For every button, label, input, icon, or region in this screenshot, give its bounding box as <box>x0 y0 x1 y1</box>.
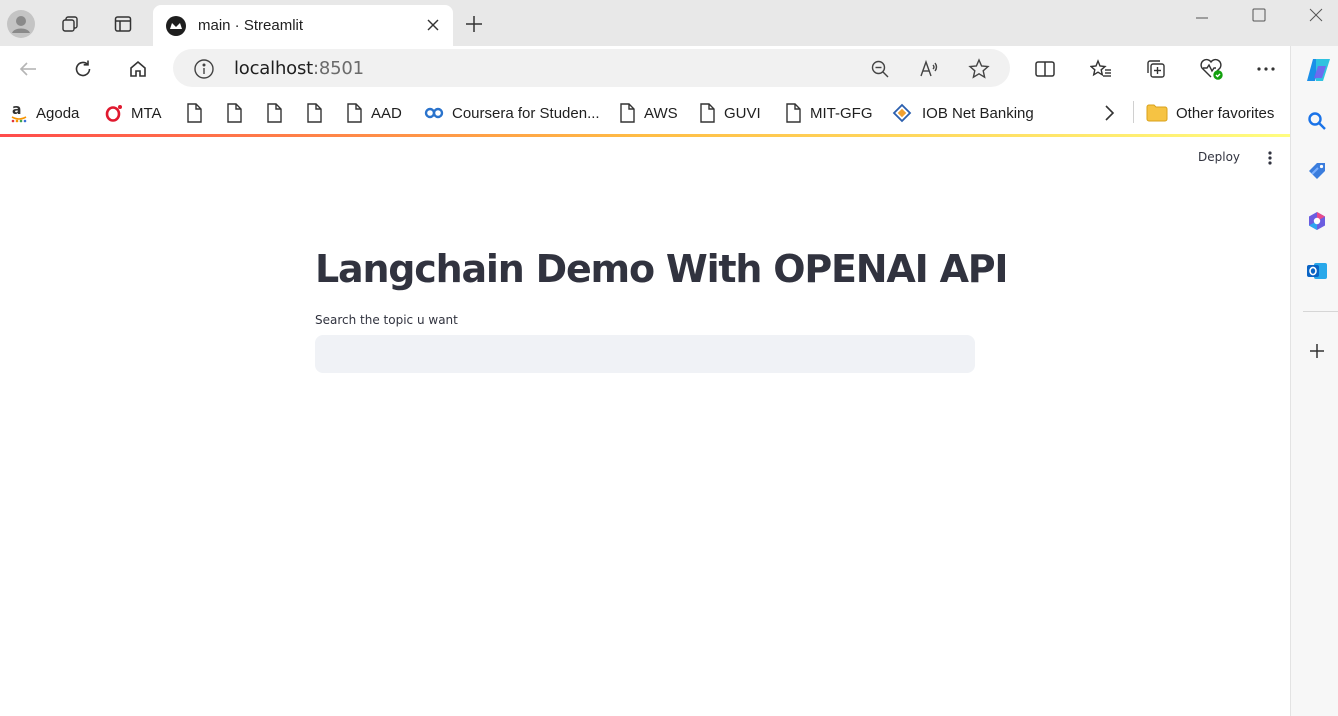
tab-actions-icon[interactable] <box>107 8 139 40</box>
streamlit-favicon-icon <box>166 15 186 36</box>
favorite-item[interactable] <box>265 102 291 124</box>
other-favorites-label: Other favorites <box>1176 104 1275 122</box>
page-title: Langchain Demo With OPENAI API <box>315 247 1009 291</box>
search-topic-input[interactable] <box>315 335 975 373</box>
main-menu-icon[interactable] <box>1262 150 1278 166</box>
page-icon <box>305 103 323 123</box>
favorite-item[interactable]: Coursera for Studen... <box>424 102 600 124</box>
copilot-icon[interactable] <box>1303 54 1335 86</box>
address-bar[interactable]: localhost:8501 <box>173 49 1010 87</box>
page-icon <box>265 103 283 123</box>
amazon-icon: a <box>10 103 28 123</box>
coursera-icon <box>424 103 444 123</box>
zoom-out-icon[interactable] <box>868 57 892 81</box>
edge-sidebar <box>1290 46 1338 716</box>
maximize-icon[interactable] <box>1243 4 1275 26</box>
favorite-label: AWS <box>644 104 678 122</box>
tab-strip: main · Streamlit <box>0 0 1338 46</box>
favorite-item[interactable]: IOB Net Banking <box>892 102 1034 124</box>
favorite-item[interactable]: AAD <box>345 102 402 124</box>
favorite-item[interactable]: a Agoda <box>10 102 79 124</box>
streamlit-decoration-bar <box>0 134 1290 137</box>
back-arrow-icon[interactable] <box>12 53 44 85</box>
folder-icon <box>1146 103 1168 123</box>
favorite-item[interactable]: GUVI <box>698 102 761 124</box>
iob-icon <box>892 103 912 123</box>
microsoft-365-icon[interactable] <box>1303 207 1331 235</box>
url-port: :8501 <box>313 58 364 79</box>
browser-essentials-icon[interactable] <box>1195 53 1227 85</box>
svg-text:a: a <box>12 103 21 118</box>
favorite-item[interactable] <box>225 102 251 124</box>
page-icon <box>698 103 716 123</box>
add-sidebar-app-icon[interactable] <box>1303 337 1331 365</box>
favorite-label: Agoda <box>36 104 80 122</box>
navigation-bar: localhost:8501 <box>0 46 1338 92</box>
url-text[interactable]: localhost:8501 <box>234 58 364 79</box>
favorite-star-icon[interactable] <box>967 57 991 81</box>
favorite-item[interactable]: AWS <box>618 102 678 124</box>
streamlit-page: Deploy Langchain Demo With OPENAI API Se… <box>0 134 1290 716</box>
site-info-icon[interactable] <box>193 58 215 80</box>
favorites-list-icon[interactable] <box>1085 53 1117 85</box>
favorite-label: Coursera for Studen... <box>452 104 600 122</box>
favorite-label: MTA <box>131 104 162 122</box>
profile-avatar-icon[interactable] <box>5 8 37 40</box>
favorite-item[interactable] <box>305 102 331 124</box>
favorite-label: IOB Net Banking <box>922 104 1034 122</box>
settings-more-icon[interactable] <box>1250 53 1282 85</box>
other-favorites-folder[interactable]: Other favorites <box>1146 102 1274 124</box>
home-icon[interactable] <box>122 53 154 85</box>
search-input-label: Search the topic u want <box>315 313 458 327</box>
window-close-icon[interactable] <box>1300 4 1332 26</box>
active-tab[interactable]: main · Streamlit <box>153 5 453 46</box>
favorite-item[interactable] <box>185 102 211 124</box>
url-host: localhost <box>234 58 313 79</box>
read-aloud-icon[interactable] <box>918 57 942 81</box>
search-icon[interactable] <box>1303 107 1331 135</box>
workspaces-icon[interactable] <box>54 8 86 40</box>
new-tab-icon[interactable] <box>458 8 490 40</box>
favorite-label: AAD <box>371 104 402 122</box>
page-icon <box>618 103 636 123</box>
favorites-overflow-chevron-icon[interactable] <box>1103 102 1115 124</box>
favorites-bar: a Agoda MTA AAD Coursera for Studen... A… <box>0 92 1290 134</box>
outlook-icon[interactable] <box>1303 257 1331 285</box>
page-icon <box>784 103 802 123</box>
page-icon <box>345 103 363 123</box>
opera-icon <box>105 103 123 123</box>
page-icon <box>185 103 203 123</box>
minimize-icon[interactable] <box>1186 4 1218 26</box>
favorites-divider <box>1133 101 1134 123</box>
sidebar-divider <box>1303 311 1338 312</box>
favorite-label: GUVI <box>724 104 761 122</box>
tab-title: main · Streamlit <box>198 17 304 34</box>
page-icon <box>225 103 243 123</box>
favorite-item[interactable]: MIT-GFG <box>784 102 873 124</box>
collections-icon[interactable] <box>1140 53 1172 85</box>
refresh-icon[interactable] <box>67 53 99 85</box>
favorite-label: MIT-GFG <box>810 104 873 122</box>
tab-close-icon[interactable] <box>425 17 441 33</box>
favorite-item[interactable]: MTA <box>105 102 162 124</box>
shopping-tag-icon[interactable] <box>1303 157 1331 185</box>
deploy-button[interactable]: Deploy <box>1198 150 1240 164</box>
split-screen-icon[interactable] <box>1029 53 1061 85</box>
